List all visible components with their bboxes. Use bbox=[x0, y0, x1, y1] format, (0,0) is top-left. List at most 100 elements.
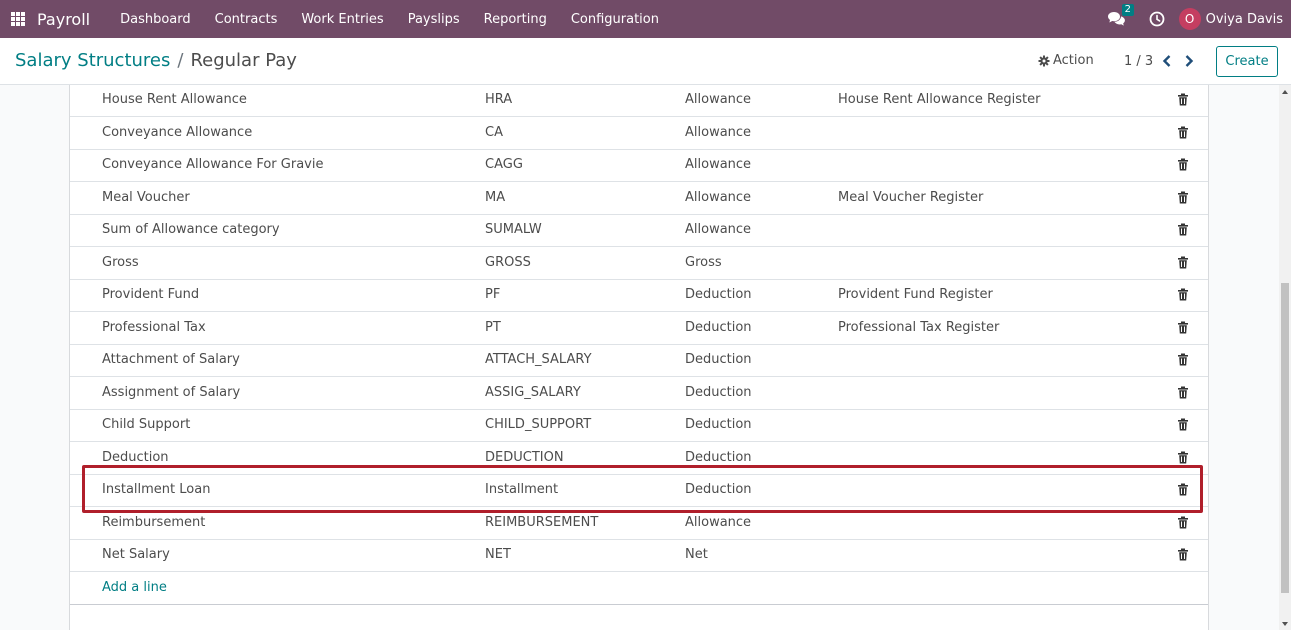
table-row[interactable]: Gross GROSS Gross bbox=[70, 247, 1208, 280]
add-line-link[interactable]: Add a line bbox=[102, 580, 167, 595]
chevron-left-icon[interactable] bbox=[1161, 54, 1173, 68]
rule-category-cell: Allowance bbox=[685, 222, 752, 237]
rule-name-cell: Conveyance Allowance bbox=[102, 124, 253, 140]
menu-work-entries[interactable]: Work Entries bbox=[301, 12, 383, 27]
navbar-systray: 2 O Oviya Davis bbox=[1107, 0, 1291, 38]
rule-category-cell: Deduction bbox=[685, 417, 752, 432]
rule-category-cell: Gross bbox=[685, 254, 722, 270]
rule-name-cell: Conveyance Allowance For Gravie bbox=[102, 157, 324, 172]
trash-icon[interactable] bbox=[1177, 256, 1189, 269]
scrollbar[interactable] bbox=[1279, 85, 1291, 630]
chat-icon[interactable]: 2 bbox=[1107, 4, 1134, 27]
menu-payslips[interactable]: Payslips bbox=[408, 12, 460, 27]
rule-code-cell: HRA bbox=[485, 92, 513, 107]
table-row[interactable]: House Rent Allowance HRA Allowance House Re… bbox=[70, 84, 1208, 117]
apps-grid-icon[interactable] bbox=[11, 12, 25, 26]
breadcrumb-separator: / bbox=[177, 50, 184, 71]
rule-name-cell: Gross bbox=[102, 254, 139, 270]
rule-category-cell: Deduction bbox=[685, 287, 752, 302]
trash-icon[interactable] bbox=[1177, 93, 1189, 106]
rule-code-cell: MA bbox=[485, 189, 506, 205]
rule-code-cell: CA bbox=[485, 124, 503, 140]
rule-name-cell: Professional Tax bbox=[102, 319, 206, 335]
form-sheet: House Rent Allowance HRA Allowance House Re… bbox=[69, 85, 1209, 630]
user-name[interactable]: Oviya Davis bbox=[1206, 12, 1283, 27]
table-row[interactable]: Child Support CHILD_SUPPORT Deduction bbox=[70, 409, 1208, 442]
table-row[interactable]: Sum of Allowance category SUMALW Allowance bbox=[70, 214, 1208, 247]
breadcrumb-current: Regular Pay bbox=[190, 50, 297, 71]
rule-code-cell: CHILD_SUPPORT bbox=[485, 417, 592, 432]
table-row[interactable]: Attachment of Salary ATTACH_SALARY Deducti… bbox=[70, 344, 1208, 377]
rule-category-cell: Deduction bbox=[685, 384, 752, 400]
rule-code-cell: NET bbox=[485, 547, 511, 562]
rule-name-cell: Sum of Allowance category bbox=[102, 222, 280, 237]
rule-category-cell: Net bbox=[685, 547, 708, 562]
trash-icon[interactable] bbox=[1177, 223, 1189, 236]
rule-name-cell: House Rent Allowance bbox=[102, 92, 247, 107]
trash-icon[interactable] bbox=[1177, 418, 1189, 431]
rule-category-cell: Allowance bbox=[685, 92, 752, 107]
trash-icon[interactable] bbox=[1177, 548, 1189, 561]
trash-icon[interactable] bbox=[1177, 451, 1189, 464]
trash-icon[interactable] bbox=[1177, 353, 1189, 366]
clock-icon[interactable] bbox=[1149, 11, 1165, 27]
rule-code-cell: GROSS bbox=[485, 254, 531, 270]
table-row[interactable]: Assignment of Salary ASSIG_SALARY Deductio… bbox=[70, 377, 1208, 410]
rule-register-cell: Meal Voucher Register bbox=[838, 189, 984, 205]
trash-icon[interactable] bbox=[1177, 191, 1189, 204]
scroll-up-arrow-icon[interactable] bbox=[1282, 90, 1288, 94]
table-row[interactable]: Meal Voucher MA Allowance Meal Voucher Regi… bbox=[70, 182, 1208, 215]
chevron-right-icon[interactable] bbox=[1183, 54, 1195, 68]
rule-category-cell: Allowance bbox=[685, 157, 752, 172]
breadcrumb: Salary Structures / Regular Pay bbox=[15, 50, 297, 71]
rule-category-cell: Deduction bbox=[685, 352, 752, 367]
table-row[interactable]: Professional Tax PT Deduction Professional … bbox=[70, 312, 1208, 345]
rule-name-cell: Net Salary bbox=[102, 547, 170, 562]
action-label: Action bbox=[1053, 53, 1094, 68]
table-row[interactable]: Conveyance Allowance CA Allowance bbox=[70, 117, 1208, 150]
app-brand[interactable]: Payroll bbox=[37, 10, 90, 29]
trash-icon[interactable] bbox=[1177, 126, 1189, 139]
rule-name-cell: Meal Voucher bbox=[102, 189, 190, 205]
menu-configuration[interactable]: Configuration bbox=[571, 12, 659, 27]
rule-name-cell: Attachment of Salary bbox=[102, 352, 240, 367]
trash-icon[interactable] bbox=[1177, 288, 1189, 301]
trash-icon[interactable] bbox=[1177, 321, 1189, 334]
rule-code-cell: ASSIG_SALARY bbox=[485, 384, 581, 400]
avatar[interactable]: O bbox=[1178, 8, 1201, 30]
rule-name-cell: Deduction bbox=[102, 449, 169, 465]
rule-category-cell: Allowance bbox=[685, 189, 752, 205]
rule-code-cell: ATTACH_SALARY bbox=[485, 352, 592, 367]
breadcrumb-parent-link[interactable]: Salary Structures bbox=[15, 50, 170, 71]
menu-contracts[interactable]: Contracts bbox=[215, 12, 278, 27]
rule-category-cell: Deduction bbox=[685, 319, 752, 335]
chat-count-badge: 2 bbox=[1121, 4, 1134, 16]
create-button[interactable]: Create bbox=[1216, 46, 1278, 77]
pager-value[interactable]: 1 / 3 bbox=[1124, 54, 1153, 69]
rule-register-cell: Provident Fund Register bbox=[838, 287, 993, 302]
menu-dashboard[interactable]: Dashboard bbox=[120, 12, 191, 27]
sheet-bottom-divider bbox=[70, 604, 1208, 605]
scroll-down-arrow-icon[interactable] bbox=[1282, 622, 1288, 626]
highlight-box bbox=[82, 465, 1203, 513]
rule-code-cell: DEDUCTION bbox=[485, 449, 564, 465]
top-navbar: Payroll Dashboard Contracts Work Entries… bbox=[0, 0, 1291, 38]
rule-category-cell: Deduction bbox=[685, 449, 752, 465]
rule-name-cell: Child Support bbox=[102, 417, 191, 432]
action-button[interactable]: Action bbox=[1038, 53, 1094, 68]
trash-icon[interactable] bbox=[1177, 386, 1189, 399]
table-row[interactable]: Conveyance Allowance For Gravie CAGG Allow… bbox=[70, 149, 1208, 182]
rule-code-cell: SUMALW bbox=[485, 222, 542, 237]
table-row[interactable]: Provident Fund PF Deduction Provident Fund … bbox=[70, 279, 1208, 312]
scrollbar-thumb[interactable] bbox=[1281, 283, 1289, 593]
trash-icon[interactable] bbox=[1177, 158, 1189, 171]
rule-code-cell: REIMBURSEMENT bbox=[485, 514, 599, 530]
rule-category-cell: Allowance bbox=[685, 514, 752, 530]
menu-reporting[interactable]: Reporting bbox=[484, 12, 547, 27]
control-panel: Salary Structures / Regular Pay Action 1… bbox=[0, 38, 1291, 85]
rule-code-cell: PT bbox=[485, 319, 501, 335]
rule-register-cell: House Rent Allowance Register bbox=[838, 92, 1041, 107]
trash-icon[interactable] bbox=[1177, 516, 1189, 529]
rule-name-cell: Provident Fund bbox=[102, 287, 200, 302]
table-row[interactable]: Net Salary NET Net bbox=[70, 539, 1208, 572]
